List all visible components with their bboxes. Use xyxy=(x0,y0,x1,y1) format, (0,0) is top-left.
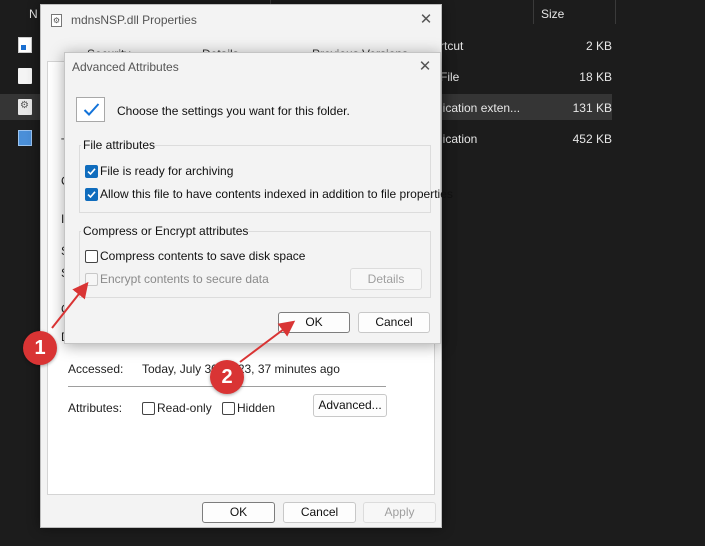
arrow-to-ok-button xyxy=(239,320,296,363)
callout-step-2: 2 xyxy=(210,360,244,394)
arrow-to-encrypt-checkbox xyxy=(51,281,89,329)
callout-step-1: 1 xyxy=(23,331,57,365)
annotation-arrows xyxy=(51,281,296,363)
